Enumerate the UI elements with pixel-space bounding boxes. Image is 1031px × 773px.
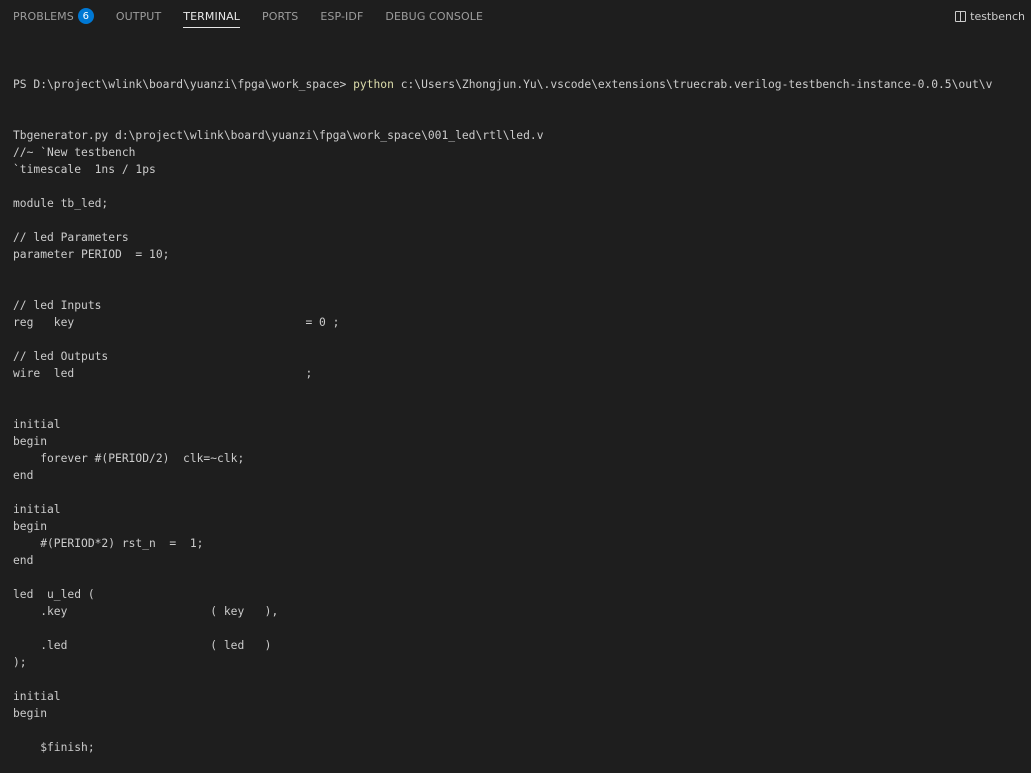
terminal-line: led u_led ( — [13, 588, 95, 601]
terminal-instance-selector[interactable]: testbench — [955, 0, 1025, 32]
panel-tab-bar: PROBLEMS 6 OUTPUT TERMINAL PORTS ESP-IDF… — [0, 0, 1031, 32]
terminal-line: parameter PERIOD = 10; — [13, 248, 170, 261]
terminal-line: module tb_led; — [13, 197, 109, 210]
terminal-line: begin — [13, 520, 48, 533]
terminal-line: begin — [13, 707, 48, 720]
terminal-instance-name: testbench — [970, 9, 1025, 23]
terminal-line: // led Parameters — [13, 231, 129, 244]
tab-output-label: OUTPUT — [115, 9, 162, 23]
terminal-line: .led ( led ) — [13, 639, 272, 652]
terminal-line: #(PERIOD*2) rst_n = 1; — [13, 537, 204, 550]
terminal-output[interactable]: PS D:\project\wlink\board\yuanzi\fpga\wo… — [13, 42, 1031, 754]
tab-output[interactable]: OUTPUT — [105, 0, 172, 32]
terminal-line: // led Outputs — [13, 350, 109, 363]
tab-problems[interactable]: PROBLEMS 6 — [0, 0, 105, 32]
terminal-line: Tbgenerator.py d:\project\wlink\board\yu… — [13, 129, 544, 142]
terminal-line: initial — [13, 690, 61, 703]
terminal-line: //~ `New testbench — [13, 146, 136, 159]
tab-debug-console-label: DEBUG CONSOLE — [385, 9, 484, 23]
terminal-line: end — [13, 554, 34, 567]
terminal-line: ); — [13, 656, 27, 669]
terminal-command-line: PS D:\project\wlink\board\yuanzi\fpga\wo… — [13, 76, 1031, 93]
terminal-line: $finish; — [13, 741, 95, 754]
problems-count-badge: 6 — [77, 8, 94, 24]
tab-ports[interactable]: PORTS — [251, 0, 309, 32]
terminal-command-name: python — [353, 78, 394, 91]
terminal-line: reg key = 0 ; — [13, 316, 340, 329]
terminal-line: `timescale 1ns / 1ps — [13, 163, 156, 176]
terminal-line: end — [13, 469, 34, 482]
terminal-split-icon — [955, 10, 967, 22]
tab-terminal-label: TERMINAL — [183, 9, 241, 23]
terminal-line: wire led ; — [13, 367, 313, 380]
tab-ports-label: PORTS — [262, 9, 299, 23]
tab-terminal[interactable]: TERMINAL — [172, 0, 251, 32]
terminal-command-args: c:\Users\Zhongjun.Yu\.vscode\extensions\… — [393, 78, 993, 91]
terminal-line: forever #(PERIOD/2) clk=~clk; — [13, 452, 245, 465]
terminal-line: initial — [13, 418, 61, 431]
tab-esp-idf[interactable]: ESP-IDF — [309, 0, 374, 32]
terminal-lines: Tbgenerator.py d:\project\wlink\board\yu… — [13, 127, 1031, 756]
terminal-line: // led Inputs — [13, 299, 102, 312]
tab-esp-idf-label: ESP-IDF — [320, 9, 364, 23]
terminal-line: begin — [13, 435, 48, 448]
terminal-prompt: PS D:\project\wlink\board\yuanzi\fpga\wo… — [13, 78, 354, 91]
terminal-line: .key ( key ), — [13, 605, 279, 618]
tab-debug-console[interactable]: DEBUG CONSOLE — [374, 0, 494, 32]
tab-problems-label: PROBLEMS — [13, 9, 74, 23]
terminal-line: initial — [13, 503, 61, 516]
